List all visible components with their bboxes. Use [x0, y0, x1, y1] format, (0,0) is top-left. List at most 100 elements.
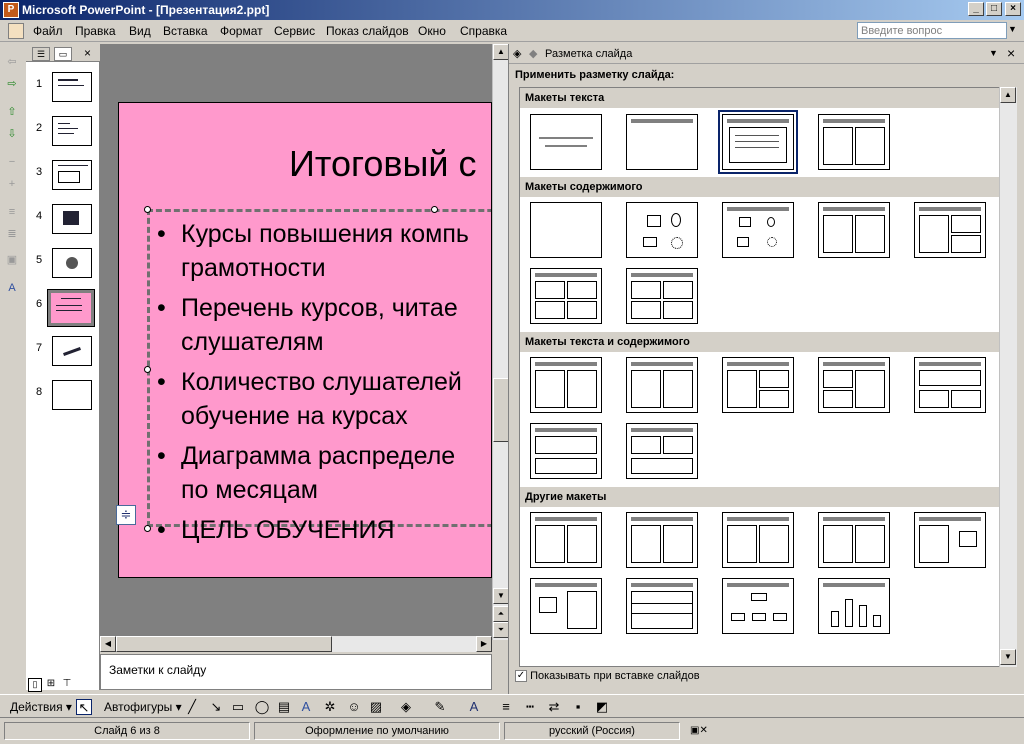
layout-two-content-over-text[interactable] [626, 423, 698, 479]
resize-handle[interactable] [144, 206, 151, 213]
scroll-up-icon[interactable]: ▲ [493, 44, 509, 60]
scroll-down-icon[interactable]: ▼ [493, 588, 509, 604]
normal-view-icon[interactable]: ▯ [28, 678, 42, 692]
bullet-item[interactable]: • Перечень курсов, читае слушателям [157, 291, 458, 359]
menu-help[interactable]: Справка [460, 24, 507, 38]
oval-icon[interactable]: ◯ [254, 699, 270, 715]
collapse-icon[interactable]: − [5, 156, 19, 168]
layout-title-slide[interactable] [530, 114, 602, 170]
layout-title-two-content-over-content[interactable] [530, 268, 602, 324]
layout-title-and-chart[interactable] [818, 578, 890, 634]
wordart-icon[interactable]: A [298, 699, 314, 715]
forward-icon[interactable]: ◆ [529, 47, 537, 60]
show-on-insert-option[interactable]: ✓ Показывать при вставке слайдов [515, 670, 700, 683]
menu-edit[interactable]: Правка [75, 24, 116, 38]
menu-insert[interactable]: Вставка [163, 24, 208, 38]
close-pane-icon[interactable]: × [1007, 45, 1015, 61]
textbox-icon[interactable]: ▤ [276, 699, 292, 715]
autofit-options-icon[interactable]: ≑ [116, 505, 136, 525]
line-style-icon[interactable]: ≡ [498, 699, 514, 715]
bullet-item[interactable]: • Курсы повышения компь грамотности [157, 217, 469, 285]
show-formatting-icon[interactable]: A [5, 282, 19, 294]
layout-content-over-text[interactable] [530, 423, 602, 479]
layout-title-two-content[interactable] [818, 202, 890, 258]
layout-clipart-and-text[interactable] [626, 512, 698, 568]
layout-text-over-content[interactable] [914, 357, 986, 413]
slideshow-view-icon[interactable]: ⊤ [60, 678, 74, 692]
menu-format[interactable]: Формат [220, 24, 263, 38]
pane-menu-icon[interactable]: ▼ [989, 48, 998, 58]
3d-icon[interactable]: ◩ [594, 699, 610, 715]
bullet-item[interactable]: • ЦЕЛЬ ОБУЧЕНИЯ [157, 513, 395, 547]
layout-chart-and-text[interactable] [818, 512, 890, 568]
layout-text-and-chart[interactable] [722, 512, 794, 568]
notes-pane[interactable]: Заметки к слайду [100, 654, 492, 690]
minimize-button[interactable]: _ [968, 2, 984, 16]
scroll-thumb[interactable] [493, 378, 509, 442]
layout-text-and-content[interactable] [530, 357, 602, 413]
select-pointer-icon[interactable]: ↖ [76, 699, 92, 715]
expand-icon[interactable]: + [5, 178, 19, 190]
slide-thumbnail-4[interactable] [52, 204, 92, 234]
diagram-icon[interactable]: ✲ [322, 699, 338, 715]
layout-title-four-content[interactable] [626, 268, 698, 324]
layout-media-and-text[interactable] [530, 578, 602, 634]
line-color-icon[interactable]: ✎ [432, 699, 448, 715]
scroll-up-icon[interactable]: ▲ [1000, 87, 1016, 103]
layout-title-and-text[interactable] [718, 110, 798, 174]
layout-blank[interactable] [530, 202, 602, 258]
layout-content-and-text[interactable] [626, 357, 698, 413]
layout-text-and-clipart[interactable] [530, 512, 602, 568]
gallery-scrollbar[interactable]: ▲ ▼ [999, 87, 1017, 667]
fill-color-icon[interactable]: ◈ [398, 699, 414, 715]
menu-view[interactable]: Вид [129, 24, 151, 38]
maximize-button[interactable]: □ [986, 2, 1002, 16]
document-icon[interactable] [8, 23, 24, 39]
move-down-icon[interactable]: ⇩ [5, 128, 19, 140]
layout-title-content-two-content[interactable] [914, 202, 986, 258]
shadow-icon[interactable]: ▪ [570, 699, 586, 715]
scroll-down-icon[interactable]: ▼ [1000, 649, 1016, 665]
expand-all-icon[interactable]: ≣ [5, 228, 19, 240]
demote-icon[interactable]: ⇨ [5, 78, 19, 90]
slide-thumbnail-1[interactable] [52, 72, 92, 102]
dash-style-icon[interactable]: ┅ [522, 699, 538, 715]
powerpoint-app-icon[interactable]: P [3, 2, 19, 18]
autoshapes-menu[interactable]: Автофигуры ▾ [104, 700, 182, 714]
back-icon[interactable]: ◈ [513, 47, 521, 60]
layout-two-content-and-text[interactable] [818, 357, 890, 413]
slide-thumbnail-6[interactable] [47, 289, 95, 327]
resize-handle[interactable] [431, 206, 438, 213]
layout-title-and-table[interactable] [626, 578, 698, 634]
slide-thumbnail-7[interactable] [52, 336, 92, 366]
picture-icon[interactable]: ▨ [368, 699, 384, 715]
actions-menu[interactable]: Действия ▾ [10, 700, 72, 714]
previous-slide-icon[interactable]: ⏶ [493, 606, 509, 622]
layout-title-and-diagram[interactable] [722, 578, 794, 634]
font-color-icon[interactable]: A [466, 699, 482, 715]
bullet-item[interactable]: • Количество слушателей обучение на курсах [157, 365, 462, 433]
clipart-icon[interactable]: ☺ [346, 699, 362, 715]
scroll-thumb[interactable] [116, 636, 332, 652]
layout-content[interactable] [626, 202, 698, 258]
show-on-insert-checkbox[interactable]: ✓ [515, 670, 527, 683]
slide-thumbnail-3[interactable] [52, 160, 92, 190]
scroll-right-icon[interactable]: ▶ [476, 636, 492, 652]
move-up-icon[interactable]: ⇧ [5, 106, 19, 118]
menu-window[interactable]: Окно [418, 24, 446, 38]
line-icon[interactable]: ╱ [184, 699, 200, 715]
next-slide-icon[interactable]: ⏷ [493, 622, 509, 638]
tab-outline[interactable]: ☰ [32, 47, 50, 61]
help-dropdown-icon[interactable]: ▼ [1008, 24, 1017, 34]
tab-slides[interactable]: ▭ [54, 47, 72, 61]
layout-title-two-columns[interactable] [818, 114, 890, 170]
menu-file[interactable]: Файл [33, 24, 63, 38]
help-search-input[interactable]: Введите вопрос [857, 22, 1007, 39]
vertical-scrollbar[interactable]: ▲ ▼ ⏶ ⏷ [492, 44, 509, 640]
slide-title[interactable]: Итоговый с [289, 143, 476, 185]
spelling-status-icon[interactable]: ▣✕ [690, 725, 708, 736]
close-pane-icon[interactable]: × [84, 46, 91, 60]
collapse-all-icon[interactable]: ≡ [5, 206, 19, 218]
layout-text-and-media[interactable] [914, 512, 986, 568]
slide-thumbnail-5[interactable] [52, 248, 92, 278]
